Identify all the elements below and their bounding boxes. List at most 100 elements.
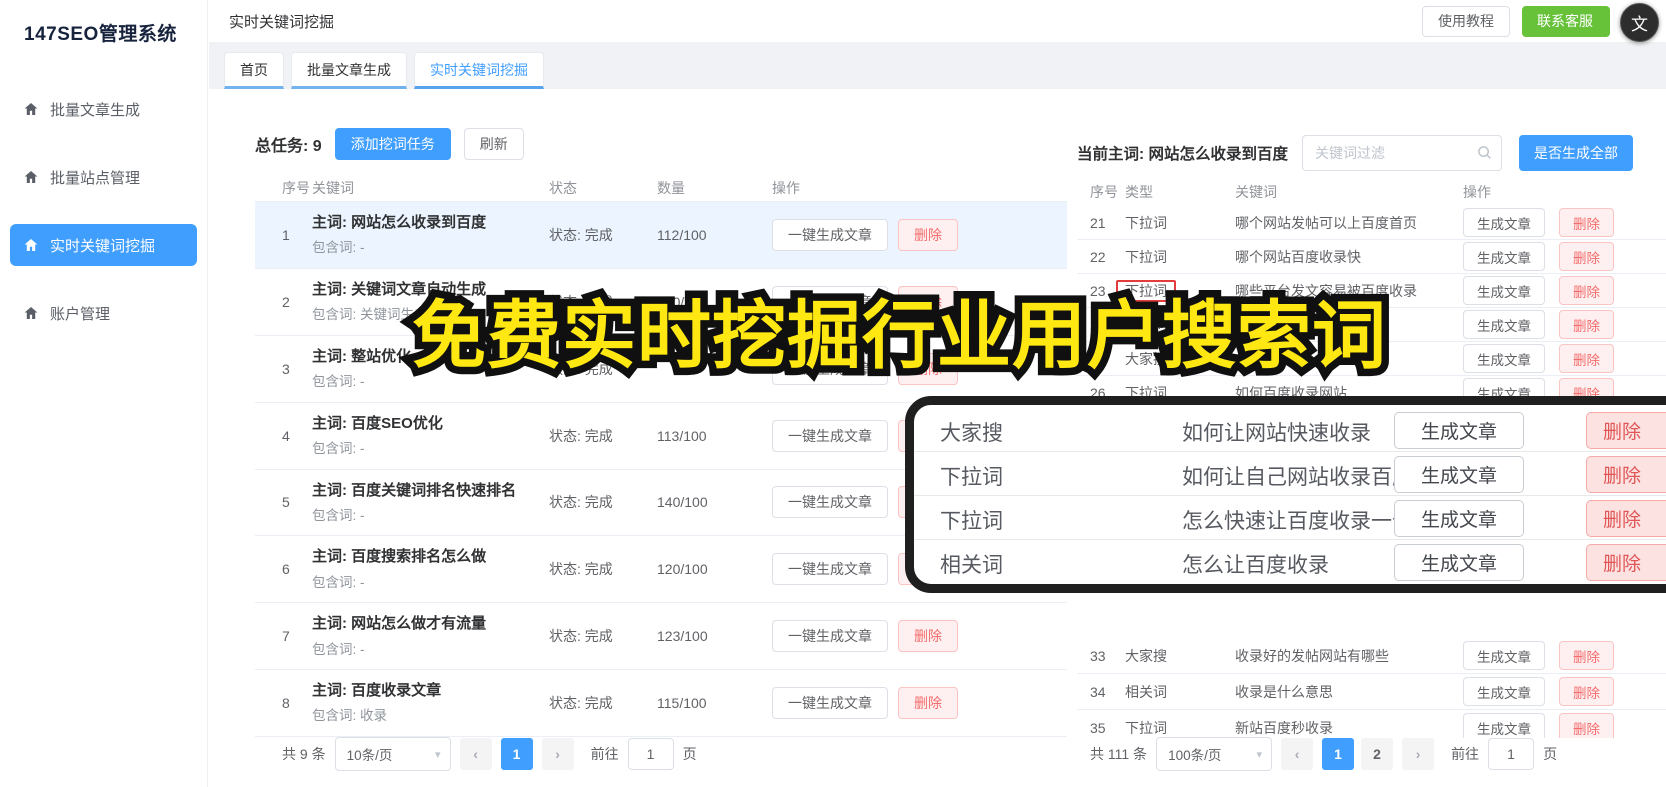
magnified-keyword-row[interactable]: 下拉词 怎么快速让百度收录一个新站 生成文章 删除 <box>914 496 1666 540</box>
delete-button[interactable]: 删除 <box>1586 456 1666 493</box>
keywords-table-body-top: 21 下拉词 哪个网站发帖可以上百度首页 生成文章 删除 22 下拉词 哪个网站… <box>1077 206 1666 398</box>
keyword-actions: 生成文章 删除 <box>1463 677 1666 706</box>
task-row[interactable]: 2 主词: 关键词文章自动生成 包含词: 关键词生成 状态: 完成 100/10… <box>255 269 1067 336</box>
col-count: 数量 <box>657 179 685 196</box>
tab[interactable]: 实时关键词挖掘 × <box>414 52 544 89</box>
keyword-type: 大家搜 <box>1125 646 1235 666</box>
keyword-actions: 生成文章 删除 <box>1463 641 1666 670</box>
prev-page-button[interactable]: ‹ <box>1281 738 1314 770</box>
generate-article-button[interactable]: 生成文章 <box>1463 242 1545 271</box>
delete-button[interactable]: 删除 <box>898 687 958 720</box>
keyword-row[interactable]: 25 大家搜 生成文章 删除 <box>1077 342 1666 376</box>
keyword-type: 下拉词 <box>940 510 1003 533</box>
keyword-filter-input[interactable] <box>1301 135 1502 171</box>
task-keyword-cell: 主词: 网站怎么收录到百度 包含词: - <box>312 210 549 260</box>
sidebar-item-label: 实时关键词挖掘 <box>50 237 156 255</box>
sidebar-item[interactable]: 批量站点管理 ∨ <box>10 156 197 198</box>
delete-button[interactable]: 删除 <box>1559 310 1614 339</box>
sidebar-item[interactable]: 账户管理 ∨ <box>10 292 197 334</box>
generate-article-button[interactable]: 生成文章 <box>1463 713 1545 738</box>
sidebar-item-label: 批量站点管理 <box>50 169 141 187</box>
generate-article-button[interactable]: 生成文章 <box>1463 310 1545 339</box>
delete-button[interactable]: 删除 <box>898 620 958 653</box>
delete-button[interactable]: 删除 <box>1559 344 1614 373</box>
delete-button[interactable]: 删除 <box>1559 641 1614 670</box>
delete-button[interactable]: 删除 <box>1559 677 1614 706</box>
next-page-button[interactable]: › <box>1402 738 1435 770</box>
generate-article-button[interactable]: 生成文章 <box>1394 412 1524 449</box>
one-key-generate-button[interactable]: 一键生成文章 <box>772 285 888 318</box>
delete-button[interactable]: 删除 <box>1586 500 1666 537</box>
delete-button[interactable]: 删除 <box>1559 276 1614 305</box>
keyword-row[interactable]: 23 下拉词 哪些平台发文容易被百度收录 生成文章 删除 <box>1077 274 1666 308</box>
task-main-word: 主词: 关键词文章自动生成 <box>312 280 487 298</box>
sidebar-item[interactable]: 实时关键词挖掘 ∨ <box>10 224 197 266</box>
delete-button[interactable]: 删除 <box>1586 544 1666 581</box>
task-main-word: 主词: 网站怎么收录到百度 <box>312 214 487 231</box>
page-size-select[interactable]: 100条/页 ▾ <box>1156 737 1273 771</box>
task-row[interactable]: 3 主词: 整站优化 包含词: - 状态: 完成 一键生成文章 删除 <box>255 336 1067 403</box>
delete-button[interactable]: 删除 <box>898 218 958 251</box>
delete-button[interactable]: 删除 <box>1559 378 1614 398</box>
page-size-select[interactable]: 10条/页 ▾ <box>334 737 451 771</box>
help-tutorial-button[interactable]: 使用教程 <box>1422 5 1510 37</box>
one-key-generate-button[interactable]: 一键生成文章 <box>772 553 888 586</box>
tab[interactable]: 批量文章生成 × <box>291 52 407 89</box>
generate-all-button[interactable]: 是否生成全部 <box>1518 135 1633 171</box>
keyword-row[interactable]: 34 相关词 收录是什么意思 生成文章 删除 <box>1077 674 1666 710</box>
one-key-generate-button[interactable]: 一键生成文章 <box>772 419 888 452</box>
task-count: 112/100 <box>657 226 707 243</box>
delete-button[interactable]: 删除 <box>1559 242 1614 271</box>
refresh-button[interactable]: 刷新 <box>463 128 524 160</box>
generate-article-button[interactable]: 生成文章 <box>1463 677 1545 706</box>
generate-article-button[interactable]: 生成文章 <box>1394 544 1524 581</box>
task-row[interactable]: 7 主词: 网站怎么做才有流量 包含词: - 状态: 完成 123/100 一键… <box>255 603 1067 671</box>
task-status: 状态: 完成 <box>549 494 613 511</box>
generate-article-button[interactable]: 生成文章 <box>1463 641 1545 670</box>
page-number-button[interactable]: 1 <box>500 738 533 770</box>
keyword-row[interactable]: 33 大家搜 收录好的发帖网站有哪些 生成文章 删除 <box>1077 638 1666 674</box>
goto-page-input[interactable] <box>627 738 674 770</box>
task-main-word: 主词: 百度SEO优化 <box>312 414 443 432</box>
generate-article-button[interactable]: 生成文章 <box>1394 500 1524 537</box>
delete-button[interactable]: 删除 <box>1586 412 1666 449</box>
translate-icon[interactable]: 文 <box>1620 3 1659 42</box>
prev-page-button[interactable]: ‹ <box>459 738 492 770</box>
generate-article-button[interactable]: 生成文章 <box>1394 456 1524 493</box>
delete-button[interactable]: 删除 <box>1559 713 1614 738</box>
delete-button[interactable]: 删除 <box>1559 208 1614 237</box>
one-key-generate-button[interactable]: 一键生成文章 <box>772 218 888 251</box>
generate-article-button[interactable]: 生成文章 <box>1463 378 1545 398</box>
generate-article-button[interactable]: 生成文章 <box>1463 344 1545 373</box>
contact-support-button[interactable]: 联系客服 <box>1522 5 1610 37</box>
add-task-button[interactable]: 添加挖词任务 <box>334 128 451 160</box>
keyword-row[interactable]: 22 下拉词 哪个网站百度收录快 生成文章 删除 <box>1077 240 1666 274</box>
magnified-keyword-row[interactable]: 相关词 怎么让百度收录 生成文章 删除 <box>914 540 1666 584</box>
task-row[interactable]: 1 主词: 网站怎么收录到百度 包含词: - 状态: 完成 112/100 一键… <box>255 202 1067 269</box>
goto-page-input[interactable] <box>1488 738 1535 770</box>
delete-button[interactable]: 删除 <box>898 285 958 318</box>
delete-button[interactable]: 删除 <box>898 352 958 385</box>
one-key-generate-button[interactable]: 一键生成文章 <box>772 687 888 720</box>
page-number-button[interactable]: 2 <box>1361 738 1394 770</box>
generate-article-button[interactable]: 生成文章 <box>1463 208 1545 237</box>
sidebar-item[interactable]: 批量文章生成 ∨ <box>10 88 197 130</box>
one-key-generate-button[interactable]: 一键生成文章 <box>772 620 888 653</box>
magnified-keyword-row[interactable]: 下拉词 如何让自己网站收录百度 生成文章 删除 <box>914 452 1666 496</box>
keyword-text: 如何让自己网站收录百度 <box>1182 466 1413 489</box>
generate-article-button[interactable]: 生成文章 <box>1463 276 1545 305</box>
one-key-generate-button[interactable]: 一键生成文章 <box>772 352 888 385</box>
goto-suffix: 页 <box>1543 746 1558 762</box>
keyword-row[interactable]: 35 下拉词 新站百度秒收录 生成文章 删除 <box>1077 710 1666 738</box>
keyword-row[interactable]: 26 下拉词 如何百度收录网站 生成文章 删除 <box>1077 376 1666 398</box>
next-page-button[interactable]: › <box>541 738 574 770</box>
tab[interactable]: 首页 × <box>224 52 284 89</box>
keyword-row[interactable]: 21 下拉词 哪个网站发帖可以上百度首页 生成文章 删除 <box>1077 206 1666 240</box>
task-row[interactable]: 8 主词: 百度收录文章 包含词: 收录 状态: 完成 115/100 一键生成… <box>255 670 1067 737</box>
one-key-generate-button[interactable]: 一键生成文章 <box>772 486 888 519</box>
goto-suffix: 页 <box>682 746 697 762</box>
keyword-row[interactable]: 24 下拉词 如何 生成文章 删除 <box>1077 308 1666 342</box>
page-number-button[interactable]: 1 <box>1322 738 1355 770</box>
main-area: 实时关键词挖掘 使用教程 联系客服 首页 × 批量文章生成 × 实时关键词挖掘 … <box>209 0 1666 787</box>
magnified-keyword-row[interactable]: 大家搜 如何让网站快速收录 生成文章 删除 <box>914 408 1666 452</box>
